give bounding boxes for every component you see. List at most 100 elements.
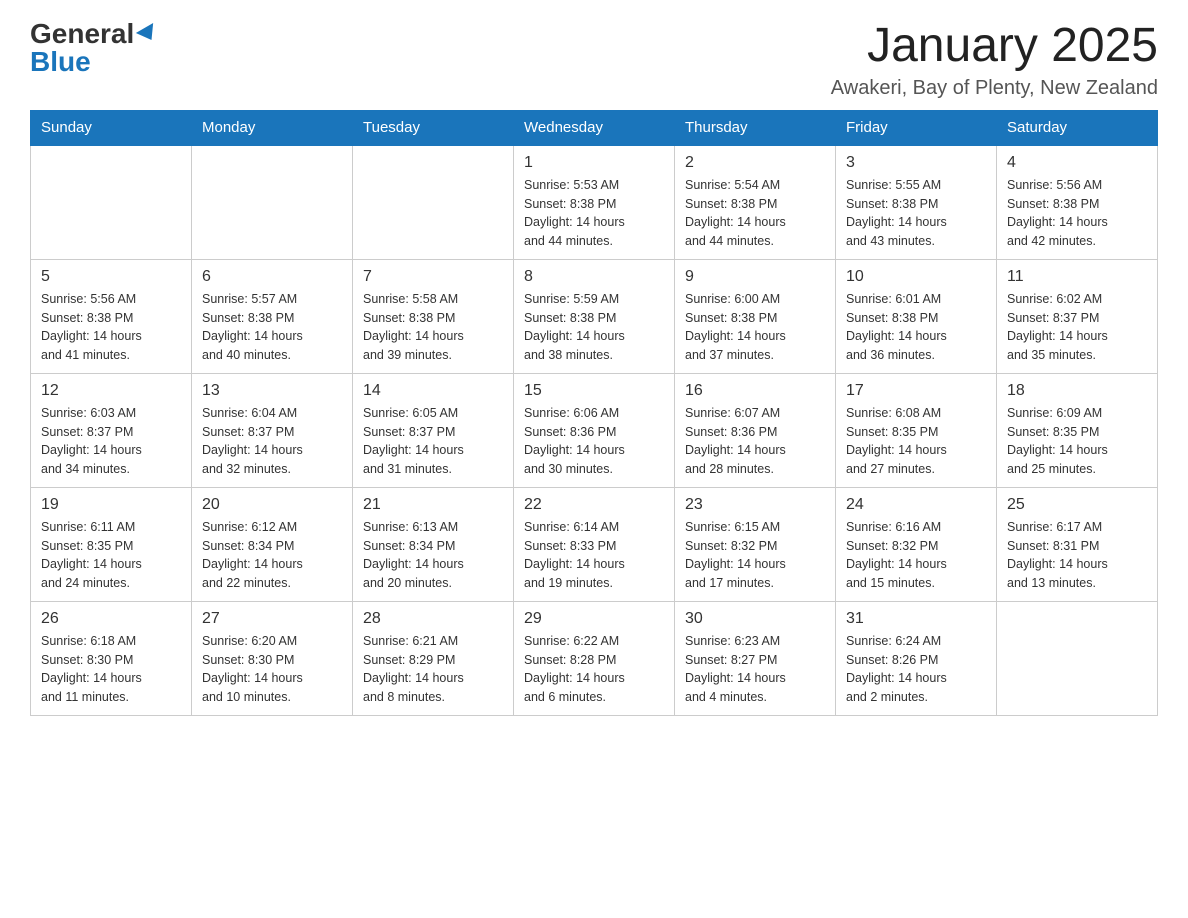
calendar-day-header: Friday [836,110,997,145]
calendar-day-cell: 7 Sunrise: 5:58 AM Sunset: 8:38 PM Daylig… [353,259,514,373]
day-number: 7 [363,268,503,286]
day-number: 17 [846,382,986,400]
calendar-day-cell: 5 Sunrise: 5:56 AM Sunset: 8:38 PM Daylig… [31,259,192,373]
day-number: 30 [685,610,825,628]
day-info: Sunrise: 6:04 AM Sunset: 8:37 PM Dayligh… [202,404,342,479]
calendar-day-cell: 25Sunrise: 6:17 AM Sunset: 8:31 PM Dayli… [997,487,1158,601]
day-info: Sunrise: 6:23 AM Sunset: 8:27 PM Dayligh… [685,632,825,707]
calendar-day-cell: 28 Sunrise: 6:21 AM Sunset: 8:29 PM Dayli… [353,601,514,715]
calendar-day-cell: 23 Sunrise: 6:15 AM Sunset: 8:32 PM Dayli… [675,487,836,601]
day-number: 15 [524,382,664,400]
day-number: 4 [1007,154,1147,172]
logo: General Blue [30,20,158,76]
day-number: 3 [846,154,986,172]
calendar-day-cell: 27Sunrise: 6:20 AM Sunset: 8:30 PM Dayli… [192,601,353,715]
day-info: Sunrise: 5:53 AM Sunset: 8:38 PM Dayligh… [524,176,664,251]
calendar-day-cell: 1 Sunrise: 5:53 AM Sunset: 8:38 PM Daylig… [514,145,675,260]
calendar-day-cell: 21Sunrise: 6:13 AM Sunset: 8:34 PM Dayli… [353,487,514,601]
day-number: 2 [685,154,825,172]
location-text: Awakeri, Bay of Plenty, New Zealand [831,77,1158,100]
calendar-week-row: 19Sunrise: 6:11 AM Sunset: 8:35 PM Dayli… [31,487,1158,601]
calendar-day-cell: 9Sunrise: 6:00 AM Sunset: 8:38 PM Daylig… [675,259,836,373]
calendar-day-cell [353,145,514,260]
calendar-day-cell: 6Sunrise: 5:57 AM Sunset: 8:38 PM Daylig… [192,259,353,373]
calendar-table: SundayMondayTuesdayWednesdayThursdayFrid… [30,110,1158,716]
day-info: Sunrise: 6:24 AM Sunset: 8:26 PM Dayligh… [846,632,986,707]
day-number: 13 [202,382,342,400]
day-number: 23 [685,496,825,514]
logo-blue-text: Blue [30,48,91,76]
day-info: Sunrise: 6:09 AM Sunset: 8:35 PM Dayligh… [1007,404,1147,479]
calendar-day-header: Wednesday [514,110,675,145]
calendar-day-cell: 26 Sunrise: 6:18 AM Sunset: 8:30 PM Dayli… [31,601,192,715]
calendar-day-cell: 30 Sunrise: 6:23 AM Sunset: 8:27 PM Dayli… [675,601,836,715]
day-number: 5 [41,268,181,286]
calendar-week-row: 1 Sunrise: 5:53 AM Sunset: 8:38 PM Daylig… [31,145,1158,260]
day-info: Sunrise: 6:17 AM Sunset: 8:31 PM Dayligh… [1007,518,1147,593]
day-number: 29 [524,610,664,628]
calendar-day-header: Saturday [997,110,1158,145]
day-number: 1 [524,154,664,172]
calendar-day-header: Sunday [31,110,192,145]
title-section: January 2025 Awakeri, Bay of Plenty, New… [831,20,1158,100]
calendar-day-header: Monday [192,110,353,145]
day-number: 18 [1007,382,1147,400]
day-number: 28 [363,610,503,628]
calendar-day-cell: 15 Sunrise: 6:06 AM Sunset: 8:36 PM Dayli… [514,373,675,487]
day-info: Sunrise: 6:08 AM Sunset: 8:35 PM Dayligh… [846,404,986,479]
day-info: Sunrise: 6:05 AM Sunset: 8:37 PM Dayligh… [363,404,503,479]
day-number: 6 [202,268,342,286]
day-info: Sunrise: 5:56 AM Sunset: 8:38 PM Dayligh… [41,290,181,365]
calendar-week-row: 12 Sunrise: 6:03 AM Sunset: 8:37 PM Dayli… [31,373,1158,487]
day-info: Sunrise: 6:18 AM Sunset: 8:30 PM Dayligh… [41,632,181,707]
day-number: 8 [524,268,664,286]
calendar-day-cell: 3 Sunrise: 5:55 AM Sunset: 8:38 PM Daylig… [836,145,997,260]
day-number: 11 [1007,268,1147,286]
calendar-week-row: 5 Sunrise: 5:56 AM Sunset: 8:38 PM Daylig… [31,259,1158,373]
day-number: 22 [524,496,664,514]
day-number: 20 [202,496,342,514]
day-info: Sunrise: 5:55 AM Sunset: 8:38 PM Dayligh… [846,176,986,251]
day-info: Sunrise: 6:00 AM Sunset: 8:38 PM Dayligh… [685,290,825,365]
day-info: Sunrise: 6:21 AM Sunset: 8:29 PM Dayligh… [363,632,503,707]
calendar-day-cell [192,145,353,260]
logo-triangle-icon [136,23,160,45]
calendar-day-cell: 16 Sunrise: 6:07 AM Sunset: 8:36 PM Dayli… [675,373,836,487]
calendar-day-cell: 10Sunrise: 6:01 AM Sunset: 8:38 PM Dayli… [836,259,997,373]
calendar-day-header: Tuesday [353,110,514,145]
day-number: 16 [685,382,825,400]
calendar-day-cell: 12 Sunrise: 6:03 AM Sunset: 8:37 PM Dayli… [31,373,192,487]
calendar-day-cell: 24Sunrise: 6:16 AM Sunset: 8:32 PM Dayli… [836,487,997,601]
calendar-week-row: 26 Sunrise: 6:18 AM Sunset: 8:30 PM Dayli… [31,601,1158,715]
day-info: Sunrise: 6:13 AM Sunset: 8:34 PM Dayligh… [363,518,503,593]
calendar-day-cell: 18 Sunrise: 6:09 AM Sunset: 8:35 PM Dayli… [997,373,1158,487]
day-info: Sunrise: 6:15 AM Sunset: 8:32 PM Dayligh… [685,518,825,593]
calendar-day-cell: 13 Sunrise: 6:04 AM Sunset: 8:37 PM Dayli… [192,373,353,487]
day-info: Sunrise: 5:59 AM Sunset: 8:38 PM Dayligh… [524,290,664,365]
day-info: Sunrise: 6:06 AM Sunset: 8:36 PM Dayligh… [524,404,664,479]
calendar-body: 1 Sunrise: 5:53 AM Sunset: 8:38 PM Daylig… [31,145,1158,716]
day-info: Sunrise: 6:02 AM Sunset: 8:37 PM Dayligh… [1007,290,1147,365]
day-number: 10 [846,268,986,286]
day-info: Sunrise: 6:14 AM Sunset: 8:33 PM Dayligh… [524,518,664,593]
calendar-day-cell: 17 Sunrise: 6:08 AM Sunset: 8:35 PM Dayli… [836,373,997,487]
calendar-day-header: Thursday [675,110,836,145]
calendar-day-cell [997,601,1158,715]
calendar-day-cell: 14 Sunrise: 6:05 AM Sunset: 8:37 PM Dayli… [353,373,514,487]
day-info: Sunrise: 5:54 AM Sunset: 8:38 PM Dayligh… [685,176,825,251]
day-info: Sunrise: 6:07 AM Sunset: 8:36 PM Dayligh… [685,404,825,479]
page-header: General Blue January 2025 Awakeri, Bay o… [30,20,1158,100]
calendar-day-cell: 20Sunrise: 6:12 AM Sunset: 8:34 PM Dayli… [192,487,353,601]
day-number: 14 [363,382,503,400]
calendar-day-cell: 2 Sunrise: 5:54 AM Sunset: 8:38 PM Daylig… [675,145,836,260]
day-number: 26 [41,610,181,628]
day-info: Sunrise: 6:03 AM Sunset: 8:37 PM Dayligh… [41,404,181,479]
day-number: 19 [41,496,181,514]
day-info: Sunrise: 6:20 AM Sunset: 8:30 PM Dayligh… [202,632,342,707]
day-number: 12 [41,382,181,400]
day-number: 24 [846,496,986,514]
calendar-day-cell: 29Sunrise: 6:22 AM Sunset: 8:28 PM Dayli… [514,601,675,715]
calendar-header-row: SundayMondayTuesdayWednesdayThursdayFrid… [31,110,1158,145]
day-info: Sunrise: 5:58 AM Sunset: 8:38 PM Dayligh… [363,290,503,365]
calendar-day-cell: 11 Sunrise: 6:02 AM Sunset: 8:37 PM Dayli… [997,259,1158,373]
